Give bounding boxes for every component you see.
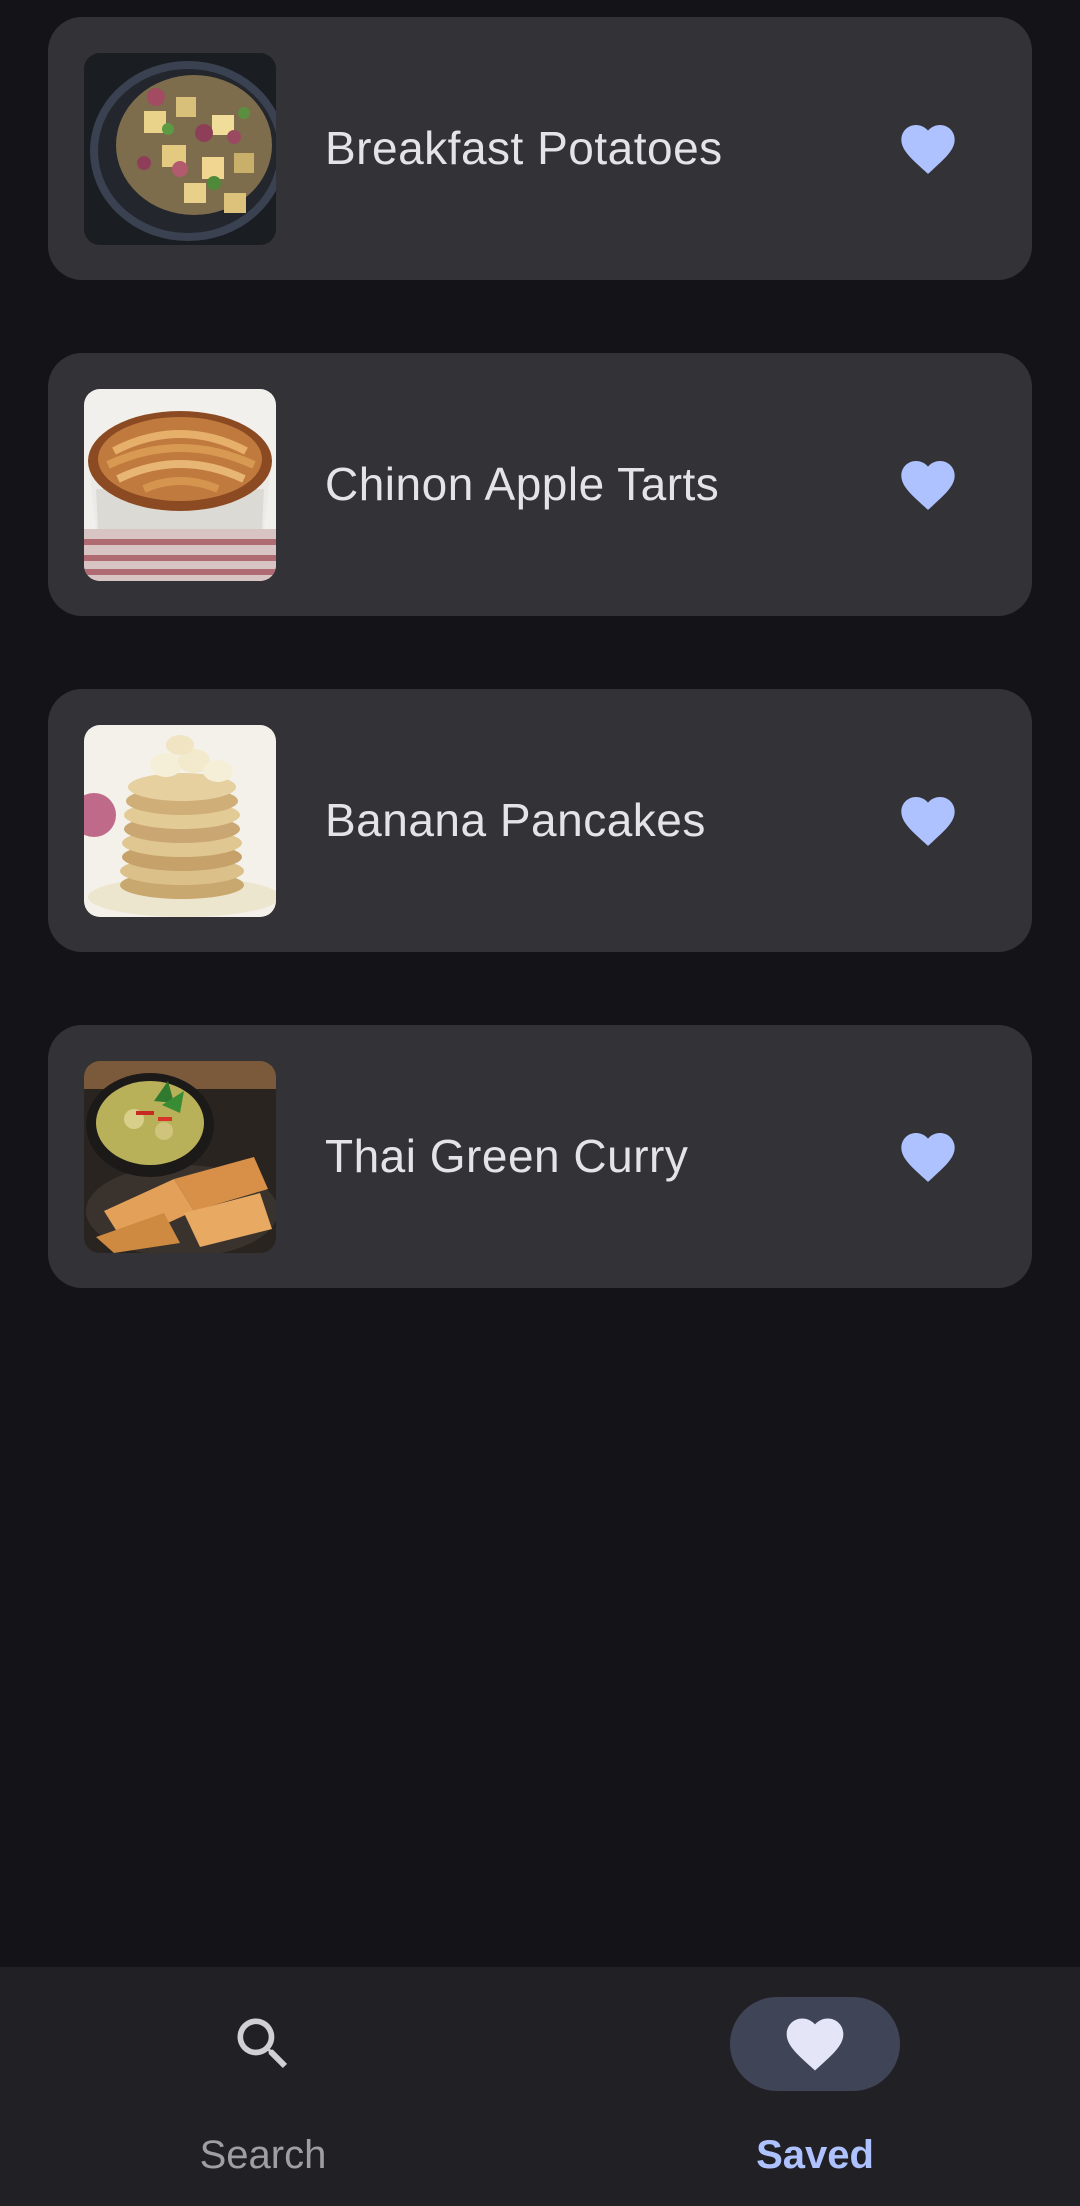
heart-icon[interactable] bbox=[896, 1125, 960, 1189]
recipe-title: Chinon Apple Tarts bbox=[325, 458, 720, 510]
heart-icon[interactable] bbox=[896, 117, 960, 181]
recipe-image bbox=[84, 389, 276, 581]
nav-item-saved[interactable]: Saved bbox=[665, 1967, 965, 2206]
recipe-title: Breakfast Potatoes bbox=[325, 122, 723, 174]
recipe-card[interactable]: Thai Green Curry bbox=[48, 1025, 1032, 1288]
saved-recipes-list: Breakfast Potatoes Chinon Apple Tarts Ba… bbox=[48, 17, 1032, 1361]
recipe-card[interactable]: Breakfast Potatoes bbox=[48, 17, 1032, 280]
recipe-card[interactable]: Chinon Apple Tarts bbox=[48, 353, 1032, 616]
search-icon bbox=[229, 2010, 297, 2078]
recipe-card[interactable]: Banana Pancakes bbox=[48, 689, 1032, 952]
recipe-image bbox=[84, 1061, 276, 1253]
bottom-navigation: Search Saved bbox=[0, 1967, 1080, 2206]
recipe-title: Banana Pancakes bbox=[325, 794, 706, 846]
nav-label-search: Search bbox=[199, 2133, 327, 2177]
heart-icon[interactable] bbox=[896, 789, 960, 853]
nav-label-saved: Saved bbox=[756, 2133, 874, 2177]
recipe-title: Thai Green Curry bbox=[325, 1130, 689, 1182]
recipe-image bbox=[84, 53, 276, 245]
nav-item-search[interactable]: Search bbox=[113, 1967, 413, 2206]
heart-icon[interactable] bbox=[896, 453, 960, 517]
recipe-image bbox=[84, 725, 276, 917]
heart-icon bbox=[781, 2010, 849, 2078]
